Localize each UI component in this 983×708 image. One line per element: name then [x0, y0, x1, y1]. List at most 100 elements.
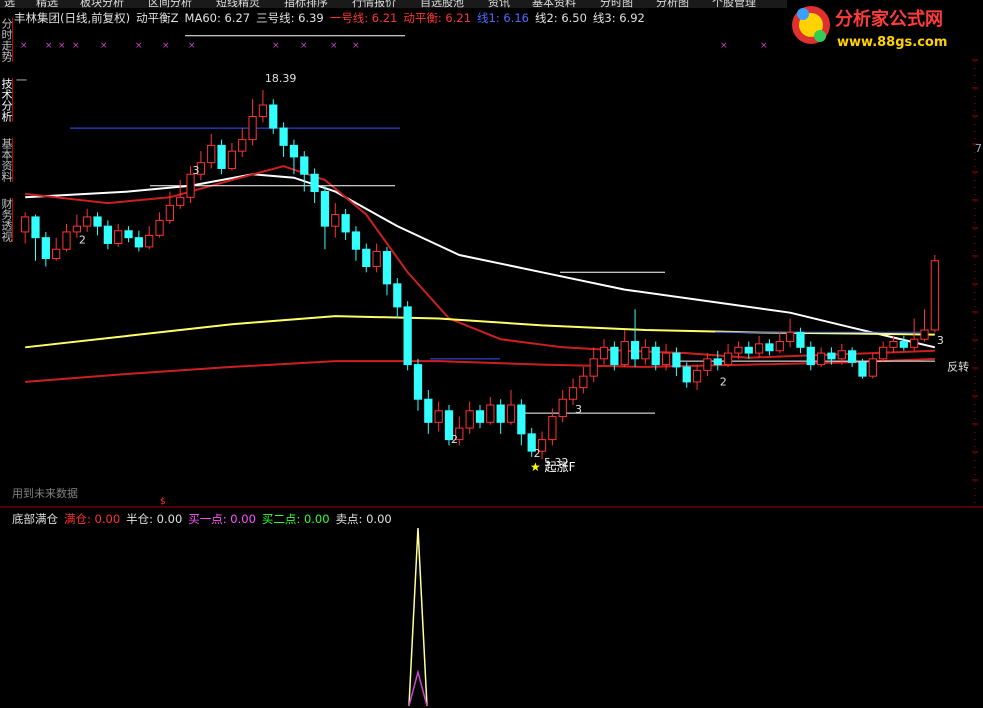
price-annotation: 3	[193, 164, 200, 177]
candle-body	[517, 404, 526, 435]
candle-body	[775, 341, 784, 352]
sub-spike-line	[408, 527, 428, 707]
sub-marker: $	[160, 497, 166, 507]
candle-body	[320, 191, 330, 227]
candle-body	[341, 214, 350, 233]
price-annotation: 3	[575, 403, 582, 416]
candle-body	[713, 358, 722, 366]
candle-body	[548, 416, 557, 441]
top-marker: ×	[760, 41, 768, 51]
logo-graphic: 分析家公式网 www.88gs.com	[792, 6, 947, 50]
candle-body	[827, 352, 836, 360]
candle-body	[134, 237, 143, 248]
candle-body	[785, 331, 795, 343]
candle-body	[506, 404, 516, 423]
candle-body	[672, 352, 681, 368]
top-marker: ×	[162, 41, 170, 51]
top-marker: ×	[20, 41, 28, 51]
candle-body	[155, 219, 164, 236]
candle-body	[796, 331, 805, 348]
candle-body	[310, 173, 319, 193]
logo-petal-icon	[814, 30, 826, 42]
sub-legend: 底部满仓 满仓: 0.00 半仓: 0.00 买一点: 0.00 买二点: 0.00 卖点…	[12, 511, 398, 527]
candle-body	[496, 404, 505, 423]
candle-body	[641, 346, 650, 360]
signal-label: ★ 起涨F	[530, 458, 576, 475]
candle-body	[806, 346, 815, 366]
price-annotation: 18.39	[265, 72, 297, 85]
ma-line	[25, 357, 935, 383]
top-marker: ×	[720, 41, 728, 51]
candle-body	[558, 398, 567, 418]
candle-body	[258, 104, 268, 118]
candle-body	[734, 346, 743, 354]
future-data-note: 用到未来数据	[12, 487, 78, 500]
candle-body	[848, 350, 857, 363]
candle-body	[413, 364, 423, 400]
candle-body	[930, 260, 939, 331]
ma-line	[25, 165, 935, 359]
candle-body	[124, 230, 133, 239]
price-annotation: 3	[937, 334, 944, 347]
candle-body	[186, 173, 195, 198]
candle-body	[910, 338, 919, 348]
price-annotation: 2	[451, 433, 458, 446]
candle-body	[372, 251, 381, 268]
price-annotation: 2	[79, 233, 86, 246]
candle-body	[52, 248, 61, 259]
candle-body	[589, 358, 598, 377]
candle-body	[868, 358, 877, 377]
top-marker: ×	[352, 41, 360, 51]
candle-body	[620, 341, 629, 366]
candle-body	[486, 404, 495, 423]
candle-body	[248, 116, 257, 141]
candle-body	[682, 366, 691, 383]
candle-body	[362, 248, 371, 268]
candle-body	[103, 225, 112, 244]
candle-body	[599, 346, 609, 360]
legend-item: 买一点: 0.00	[188, 512, 256, 526]
candle-body	[217, 144, 226, 169]
candle-body	[72, 225, 81, 233]
candle-body	[579, 375, 588, 389]
candle-body	[289, 144, 299, 158]
candle-body	[41, 237, 50, 259]
logo-petal-icon	[797, 8, 809, 20]
candle-body	[62, 231, 71, 250]
top-marker: ×	[100, 41, 108, 51]
candle-body	[661, 352, 671, 366]
candle-body	[93, 216, 102, 227]
candle-body	[31, 216, 40, 239]
top-marker: ×	[300, 41, 308, 51]
candle-body	[879, 346, 888, 360]
candle-body	[465, 410, 474, 429]
candle-body	[279, 127, 288, 146]
candle-body	[744, 346, 753, 354]
candle-body	[331, 214, 340, 227]
right-mark: 7	[975, 142, 982, 155]
candle-body	[300, 156, 309, 175]
candle-body	[393, 283, 402, 308]
top-marker: ×	[58, 41, 66, 51]
logo-title: 分析家公式网	[835, 8, 943, 30]
candle-body	[114, 230, 123, 244]
candle-body	[723, 352, 733, 366]
legend-item: 买二点: 0.00	[261, 512, 330, 526]
price-annotation: 反转	[947, 359, 969, 373]
candle-body	[475, 410, 485, 423]
top-marker: ×	[135, 41, 143, 51]
candle-body	[83, 216, 92, 227]
signal-label-text: 起涨F	[544, 460, 576, 474]
price-chart: ×××××××××××××××××××18.395.323222323反转$	[0, 35, 983, 707]
legend-item: 卖点: 0.00	[335, 512, 392, 526]
candle-body	[765, 343, 774, 352]
candle-body	[703, 358, 712, 371]
legend-item: 满仓: 0.00	[64, 512, 121, 526]
top-marker: ×	[45, 41, 53, 51]
candle-body	[651, 346, 660, 366]
candle-body	[403, 306, 412, 366]
candle-body	[568, 387, 578, 400]
top-marker: ×	[272, 41, 280, 51]
candle-body	[837, 350, 846, 360]
logo-url: www.88gs.com	[837, 35, 947, 50]
